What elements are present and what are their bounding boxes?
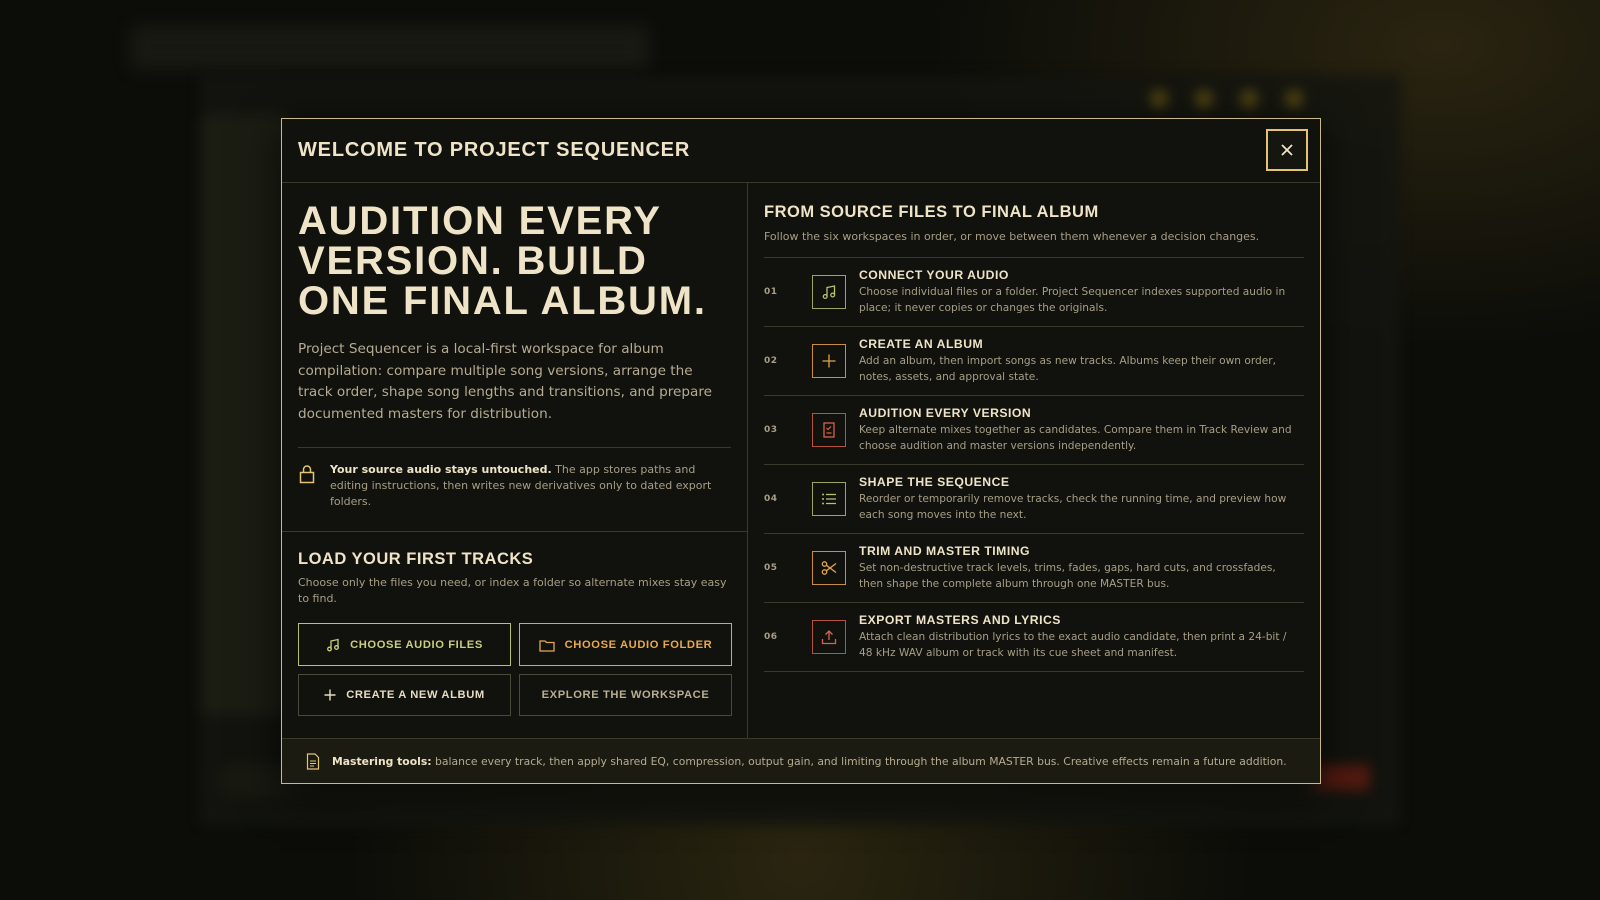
explore-workspace-button[interactable]: EXPLORE THE WORKSPACE	[519, 674, 732, 716]
dialog-header: WELCOME TO PROJECT SEQUENCER	[282, 119, 1320, 183]
intro-divider	[298, 447, 731, 448]
footer-label: Mastering tools:	[332, 754, 432, 768]
step-title: SHAPE THE SEQUENCE	[859, 475, 1010, 489]
intro-column: AUDITION EVERY VERSION. BUILD ONE FINAL …	[282, 183, 748, 738]
plus-icon	[324, 689, 336, 701]
choose-audio-folder-button[interactable]: CHOOSE AUDIO FOLDER	[519, 623, 732, 666]
load-title: LOAD YOUR FIRST TRACKS	[298, 550, 534, 568]
upload-icon	[821, 630, 837, 645]
lock-icon	[299, 465, 315, 484]
music-note-icon	[327, 638, 340, 651]
workflow-steps: 01 CONNECT YOUR AUDIO Choose individual …	[764, 257, 1304, 672]
intro-lead: Project Sequencer is a local-first works…	[298, 341, 713, 422]
plus-icon	[822, 354, 836, 368]
step-number: 01	[764, 287, 778, 297]
step-number: 02	[764, 356, 778, 366]
step-title: CONNECT YOUR AUDIO	[859, 268, 1009, 282]
workflow-subtitle: Follow the six workspaces in order, or m…	[764, 230, 1260, 243]
welcome-dialog: WELCOME TO PROJECT SEQUENCER AUDITION EV…	[281, 118, 1321, 784]
step-number: 06	[764, 632, 778, 642]
step-description: Keep alternate mixes together as candida…	[859, 424, 1292, 452]
choose-audio-folder-label: CHOOSE AUDIO FOLDER	[564, 638, 713, 651]
list-icon	[822, 493, 836, 505]
workflow-column: FROM SOURCE FILES TO FINAL ALBUM Follow …	[748, 183, 1320, 738]
workflow-step-create-album: 02 CREATE AN ALBUM Add an album, then im…	[764, 327, 1304, 396]
workflow-step-export: 06 EXPORT MASTERS AND LYRICS Attach clea…	[764, 603, 1304, 672]
dialog-title: WELCOME TO PROJECT SEQUENCER	[298, 139, 691, 161]
app-backdrop-bar	[130, 25, 650, 70]
scissors-icon	[821, 561, 837, 575]
step-number: 03	[764, 425, 778, 435]
load-tracks-section: LOAD YOUR FIRST TRACKS Choose only the f…	[282, 532, 747, 716]
explore-workspace-label: EXPLORE THE WORKSPACE	[541, 689, 710, 701]
footer-text: balance every track, then apply shared E…	[431, 754, 1287, 768]
workflow-title: FROM SOURCE FILES TO FINAL ALBUM	[764, 203, 1099, 221]
step-title: AUDITION EVERY VERSION	[859, 406, 1032, 420]
document-icon	[306, 752, 320, 770]
source-audio-note: Your source audio stays untouched. The a…	[298, 462, 731, 511]
mastering-tools-footer: Mastering tools: balance every track, th…	[282, 738, 1320, 783]
workflow-step-connect-audio: 01 CONNECT YOUR AUDIO Choose individual …	[764, 258, 1304, 327]
load-subtitle: Choose only the files you need, or index…	[298, 576, 727, 605]
intro-section: AUDITION EVERY VERSION. BUILD ONE FINAL …	[282, 183, 747, 532]
folder-icon	[538, 639, 555, 652]
workflow-step-shape-sequence: 04 SHAPE THE SEQUENCE Reorder or tempora…	[764, 465, 1304, 534]
music-note-icon	[822, 285, 836, 300]
workflow-step-audition-version: 03 AUDITION EVERY VERSION Keep alternate…	[764, 396, 1304, 465]
step-title: TRIM AND MASTER TIMING	[859, 544, 1031, 558]
workflow-step-trim-master: 05 TRIM AND MASTER TIMING Set non-destru…	[764, 534, 1304, 603]
step-number: 04	[764, 494, 778, 504]
checklist-document-icon	[823, 422, 835, 438]
choose-audio-files-label: CHOOSE AUDIO FILES	[350, 638, 483, 651]
close-icon	[1281, 144, 1293, 156]
step-description: Add an album, then import songs as new t…	[859, 355, 1276, 383]
step-title: EXPORT MASTERS AND LYRICS	[859, 613, 1061, 627]
hero-headline: AUDITION EVERY VERSION. BUILD ONE FINAL …	[298, 199, 707, 323]
step-description: Choose individual files or a folder. Pro…	[859, 286, 1286, 314]
step-title: CREATE AN ALBUM	[859, 337, 984, 351]
step-number: 05	[764, 563, 778, 573]
close-button[interactable]	[1266, 129, 1308, 171]
note-bold: Your source audio stays untouched.	[330, 463, 552, 476]
create-new-album-label: CREATE A NEW ALBUM	[346, 689, 485, 701]
step-description: Reorder or temporarily remove tracks, ch…	[859, 493, 1287, 521]
step-description: Attach clean distribution lyrics to the …	[859, 631, 1287, 659]
step-description: Set non-destructive track levels, trims,…	[859, 562, 1276, 590]
create-new-album-button[interactable]: CREATE A NEW ALBUM	[298, 674, 511, 716]
choose-audio-files-button[interactable]: CHOOSE AUDIO FILES	[298, 623, 511, 666]
